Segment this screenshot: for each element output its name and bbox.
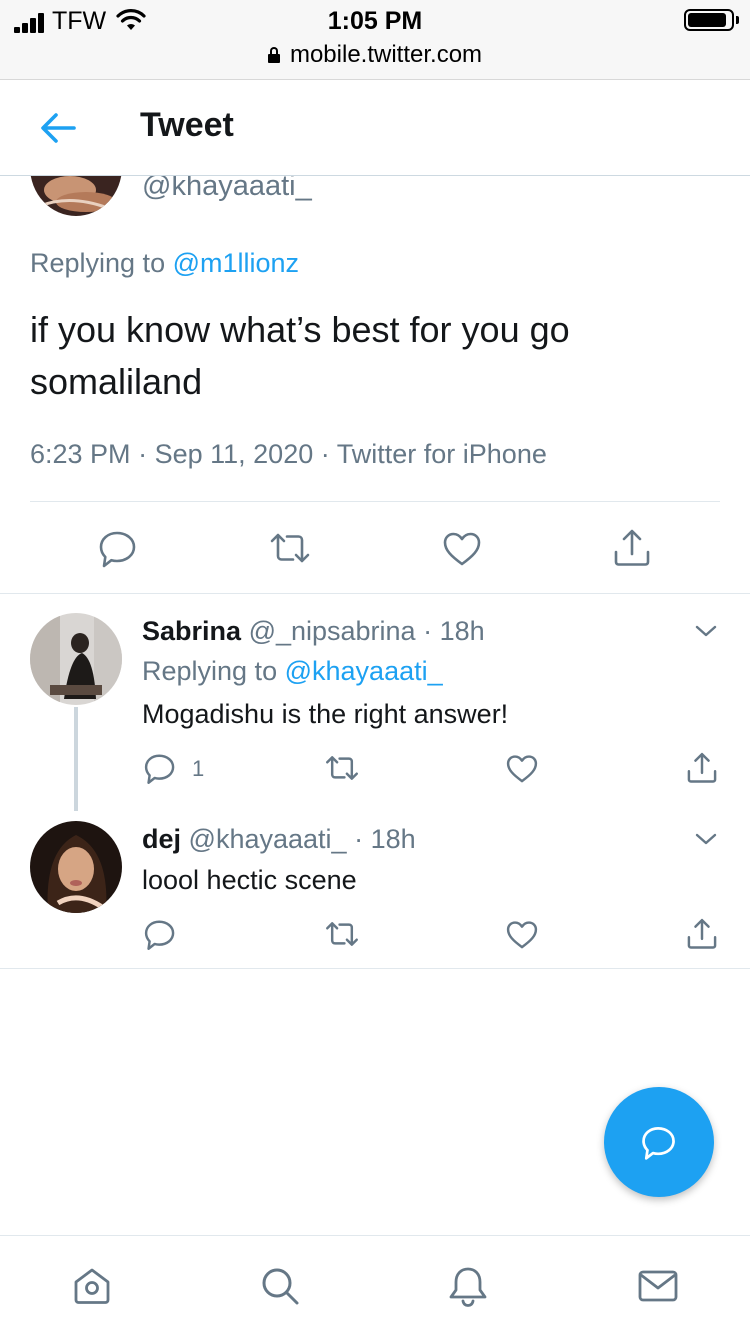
divider (30, 501, 720, 502)
reply-author-handle[interactable]: @_nipsabrina (249, 616, 416, 646)
divider (0, 593, 750, 594)
replying-to: Replying to @m1llionz (30, 248, 299, 279)
reply-icon[interactable] (142, 916, 178, 952)
reply-text: loool hectic scene (142, 865, 357, 895)
divider (0, 968, 750, 969)
like-icon[interactable] (504, 750, 540, 786)
thread-connector (74, 707, 78, 811)
bell-icon[interactable] (446, 1264, 490, 1308)
reply-age[interactable]: 18h (440, 616, 485, 646)
tweet-source[interactable]: Twitter for iPhone (337, 439, 547, 469)
search-icon[interactable] (258, 1264, 302, 1308)
home-icon[interactable] (70, 1264, 114, 1308)
url-text: mobile.twitter.com (289, 41, 483, 68)
reply-author-name[interactable]: Sabrina (142, 616, 241, 646)
retweet-icon[interactable] (324, 916, 360, 952)
tweet-time[interactable]: 6:23 PM (30, 439, 131, 469)
reply-avatar[interactable] (30, 821, 122, 913)
share-icon[interactable] (684, 916, 720, 952)
mail-icon[interactable] (636, 1264, 680, 1308)
reply-header: dej @khayaaati_ · 18h (142, 824, 416, 855)
reply-count: 1 (192, 756, 205, 781)
retweet-icon[interactable] (324, 750, 360, 786)
replying-to-prefix: Replying to (30, 248, 166, 278)
tweet-meta: 6:23 PM · Sep 11, 2020 · Twitter for iPh… (30, 439, 547, 470)
chevron-down-icon[interactable] (694, 831, 718, 847)
avatar-photo (30, 821, 122, 913)
reply-avatar[interactable] (30, 613, 122, 705)
page-header: Tweet (0, 80, 750, 176)
like-icon[interactable] (440, 526, 484, 570)
retweet-icon[interactable] (268, 526, 312, 570)
bottom-navigation (0, 1235, 750, 1334)
reply-text: Mogadishu is the right answer! (142, 699, 509, 729)
replying-to-prefix: Replying to (142, 656, 278, 686)
reply-age[interactable]: 18h (371, 824, 416, 854)
url-bar[interactable]: mobile.twitter.com (0, 41, 750, 69)
compose-reply-icon (642, 1127, 675, 1160)
reply-icon[interactable] (142, 750, 178, 786)
share-icon[interactable] (684, 750, 720, 786)
compose-reply-button[interactable] (604, 1087, 714, 1197)
share-icon[interactable] (610, 526, 654, 570)
reply-header: Sabrina @_nipsabrina · 18h (142, 616, 485, 647)
tweet-text: if you know what’s best for you go somal… (30, 309, 570, 402)
replying-to-link[interactable]: @m1llionz (173, 248, 299, 278)
replying-to-link[interactable]: @khayaaati_ (285, 656, 443, 686)
lock-icon (267, 47, 280, 63)
chevron-down-icon[interactable] (694, 623, 718, 639)
battery-icon (684, 9, 739, 31)
reply-author-name[interactable]: dej (142, 824, 181, 854)
tweet-date[interactable]: Sep 11, 2020 (155, 439, 314, 469)
reply-icon[interactable] (96, 526, 140, 570)
meta-separator: · (320, 439, 330, 469)
replying-to: Replying to @khayaaati_ (142, 656, 443, 687)
like-icon[interactable] (504, 916, 540, 952)
avatar-photo (30, 613, 122, 705)
back-arrow-icon[interactable] (38, 110, 78, 146)
page-title: Tweet (140, 106, 234, 144)
clock: 1:05 PM (327, 7, 423, 35)
meta-separator: · (354, 824, 364, 854)
meta-separator: · (423, 616, 433, 646)
meta-separator: · (138, 439, 148, 469)
reply-author-handle[interactable]: @khayaaati_ (189, 824, 347, 854)
status-bar: TFW 1:05 PM mobile.twitter.com (0, 0, 750, 80)
